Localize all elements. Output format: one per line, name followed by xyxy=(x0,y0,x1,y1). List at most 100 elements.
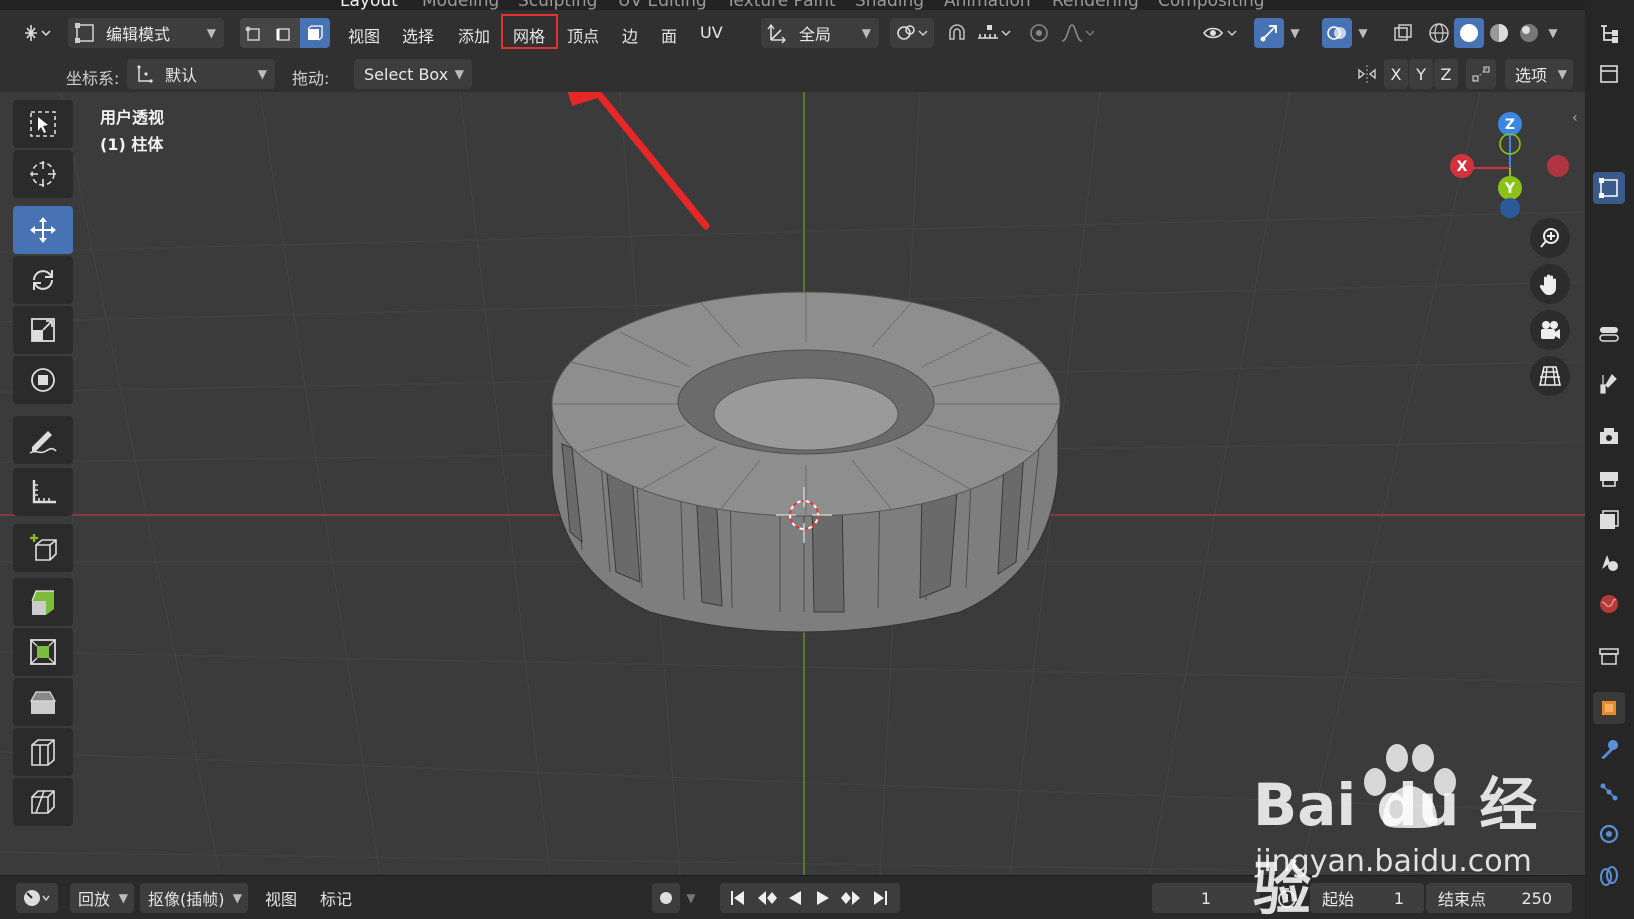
timeline-editor-type[interactable] xyxy=(16,883,58,913)
gizmo-toggle-button[interactable] xyxy=(1254,18,1284,48)
shading-dropdown[interactable]: ▼ xyxy=(1544,18,1562,48)
mirror-toggle-button[interactable] xyxy=(1352,59,1382,89)
proportional-edit-button[interactable] xyxy=(1024,18,1054,48)
falloff-button[interactable] xyxy=(1056,18,1100,48)
keying-set-dropdown[interactable]: ▼ xyxy=(682,883,700,913)
tool-settings-tab[interactable] xyxy=(1593,318,1625,350)
workspace-tab-rendering[interactable]: Rendering xyxy=(1052,0,1139,10)
zoom-in-icon xyxy=(1540,228,1559,248)
overlays-dropdown[interactable]: ▼ xyxy=(1354,18,1372,48)
perspective-toggle-button[interactable] xyxy=(1530,356,1570,396)
annotate-tool[interactable] xyxy=(13,416,73,464)
select-box-tool[interactable] xyxy=(13,100,73,148)
cursor-tool[interactable] xyxy=(13,150,73,198)
editor-tab[interactable] xyxy=(1593,58,1625,90)
workspace-tab-layout[interactable]: Layout xyxy=(340,0,398,10)
shading-solid-button[interactable] xyxy=(1454,18,1484,48)
timeline-marker-menu[interactable]: 标记 xyxy=(320,883,352,913)
modifiers-tab[interactable] xyxy=(1593,734,1625,766)
menu-face[interactable]: 面 xyxy=(661,23,677,47)
snap-toggle-button[interactable] xyxy=(942,18,972,48)
menu-vertex[interactable]: 顶点 xyxy=(567,23,599,47)
outliner-tab[interactable] xyxy=(1593,18,1625,50)
move-tool[interactable] xyxy=(13,206,73,254)
jump-end-icon[interactable] xyxy=(870,889,890,907)
workspace-tab-animation[interactable]: Animation xyxy=(944,0,1031,10)
object-tab[interactable] xyxy=(1593,692,1625,724)
tool-tab[interactable] xyxy=(1593,368,1625,400)
output-tab[interactable] xyxy=(1593,462,1625,494)
rotate-tool[interactable] xyxy=(13,256,73,304)
chevron-down-icon: ▼ xyxy=(686,891,696,905)
particles-tab[interactable] xyxy=(1593,776,1625,808)
loop-cut-tool[interactable] xyxy=(13,728,73,776)
keying-menu[interactable]: 抠像(插帧) ▼ xyxy=(140,883,248,913)
zoom-button[interactable] xyxy=(1530,218,1570,258)
workspace-tab-sculpting[interactable]: Sculpting xyxy=(518,0,597,10)
visibility-selector[interactable] xyxy=(1198,18,1242,48)
play-reverse-icon[interactable] xyxy=(786,889,804,907)
shading-wireframe-button[interactable] xyxy=(1424,18,1454,48)
vertex-select-button[interactable] xyxy=(240,18,270,48)
collection-tab[interactable] xyxy=(1593,640,1625,672)
mirror-z-button[interactable]: Z xyxy=(1434,59,1458,89)
play-icon[interactable] xyxy=(814,889,832,907)
mirror-y-button[interactable]: Y xyxy=(1409,59,1433,89)
menu-uv[interactable]: UV xyxy=(700,23,723,42)
add-cube-tool[interactable] xyxy=(13,524,73,572)
auto-keying-button[interactable] xyxy=(652,883,680,913)
editor-type-button[interactable] xyxy=(16,18,58,48)
mode-selector[interactable]: 编辑模式 ▼ xyxy=(68,18,224,48)
camera-view-button[interactable] xyxy=(1530,310,1570,350)
mirror-x-button[interactable]: X xyxy=(1384,59,1408,89)
snap-target-button[interactable] xyxy=(972,18,1016,48)
shading-material-button[interactable] xyxy=(1484,18,1514,48)
coord-system-selector[interactable]: 默认 ▼ xyxy=(127,59,275,89)
scene-tab[interactable] xyxy=(1593,546,1625,578)
face-select-button[interactable] xyxy=(300,18,330,48)
workspace-tab-modeling[interactable]: Modeling xyxy=(422,0,499,10)
edge-select-button[interactable] xyxy=(270,18,300,48)
gizmo-neg-x-handle[interactable] xyxy=(1547,155,1569,177)
world-tab[interactable] xyxy=(1593,588,1625,620)
playback-menu[interactable]: 回放 ▼ xyxy=(70,883,134,913)
transform-tool[interactable] xyxy=(13,356,73,404)
inset-tool[interactable] xyxy=(13,628,73,676)
pivot-point-button[interactable] xyxy=(890,18,934,48)
workspace-tab-uv-editing[interactable]: UV Editing xyxy=(618,0,707,10)
workspace-tab-compositing[interactable]: Compositing xyxy=(1158,0,1265,10)
timeline-view-menu[interactable]: 视图 xyxy=(265,883,297,913)
menu-edge[interactable]: 边 xyxy=(622,23,638,47)
knife-tool[interactable] xyxy=(13,778,73,826)
gizmo-neg-z-handle[interactable] xyxy=(1500,198,1520,218)
measure-tool[interactable] xyxy=(13,468,73,516)
view-layer-tab[interactable] xyxy=(1593,504,1625,536)
current-frame-field[interactable]: 1 xyxy=(1152,883,1260,913)
extrude-tool[interactable] xyxy=(13,578,73,626)
jump-start-icon[interactable] xyxy=(728,889,748,907)
workspace-tab-shading[interactable]: Shading xyxy=(855,0,924,10)
physics-tab[interactable] xyxy=(1593,818,1625,850)
options-dropdown[interactable]: 选项 ▼ xyxy=(1505,59,1573,89)
render-tab[interactable] xyxy=(1593,420,1625,452)
workspace-tab-texture-paint[interactable]: Texture Paint xyxy=(726,0,836,10)
sidebar-toggle-arrow[interactable]: ‹ xyxy=(1572,110,1578,126)
transform-orientation-selector[interactable]: 全局 ▼ xyxy=(761,18,879,48)
menu-add[interactable]: 添加 xyxy=(458,23,490,47)
menu-view[interactable]: 视图 xyxy=(348,23,380,47)
menu-select[interactable]: 选择 xyxy=(402,23,434,47)
xray-toggle-button[interactable] xyxy=(1388,18,1418,48)
gizmo-dropdown[interactable]: ▼ xyxy=(1286,18,1304,48)
bevel-tool[interactable] xyxy=(13,678,73,726)
pan-button[interactable] xyxy=(1530,264,1570,304)
topology-mirror-button[interactable] xyxy=(1466,59,1496,89)
cylinder-mesh[interactable] xyxy=(551,291,1061,633)
overlays-toggle-button[interactable] xyxy=(1322,18,1352,48)
prev-keyframe-icon[interactable] xyxy=(756,889,778,907)
scale-tool[interactable] xyxy=(13,306,73,354)
constraints-tab[interactable] xyxy=(1593,860,1625,892)
next-keyframe-icon[interactable] xyxy=(840,889,862,907)
item-tab[interactable] xyxy=(1593,172,1625,204)
drag-selector[interactable]: Select Box ▼ xyxy=(354,59,472,89)
shading-rendered-button[interactable] xyxy=(1514,18,1544,48)
